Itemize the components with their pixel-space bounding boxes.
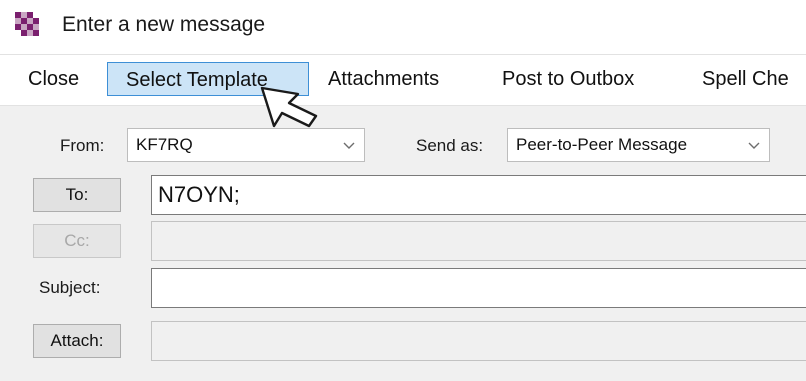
title-bar: Enter a new message bbox=[0, 0, 806, 50]
to-field[interactable]: N7OYN; bbox=[151, 175, 806, 215]
from-value: KF7RQ bbox=[136, 135, 193, 154]
chevron-down-icon bbox=[748, 142, 760, 149]
subject-field[interactable] bbox=[151, 268, 806, 308]
from-label: From: bbox=[60, 136, 105, 155]
window-title: Enter a new message bbox=[62, 13, 266, 36]
attach-button[interactable]: Attach: bbox=[33, 324, 121, 358]
from-dropdown[interactable]: KF7RQ bbox=[127, 128, 365, 162]
menu-bar: Close Select Template Attachments Post t… bbox=[0, 54, 806, 106]
chevron-down-icon bbox=[343, 142, 355, 149]
send-as-label: Send as: bbox=[416, 136, 484, 155]
cc-field bbox=[151, 221, 806, 261]
attach-field bbox=[151, 321, 806, 361]
spell-check-menu-item[interactable]: Spell Che bbox=[694, 62, 797, 96]
post-to-outbox-menu-item[interactable]: Post to Outbox bbox=[494, 62, 642, 96]
select-template-menu-item[interactable]: Select Template bbox=[107, 62, 309, 96]
send-as-value: Peer-to-Peer Message bbox=[516, 135, 688, 154]
message-header-form: From: KF7RQ Send as: Peer-to-Peer Messag… bbox=[0, 106, 806, 381]
checkered-app-icon bbox=[15, 12, 39, 36]
close-menu-item[interactable]: Close bbox=[20, 62, 87, 96]
send-as-dropdown[interactable]: Peer-to-Peer Message bbox=[507, 128, 770, 162]
to-button[interactable]: To: bbox=[33, 178, 121, 212]
subject-label: Subject: bbox=[39, 278, 101, 297]
to-value: N7OYN; bbox=[158, 182, 240, 207]
cc-button: Cc: bbox=[33, 224, 121, 258]
attachments-menu-item[interactable]: Attachments bbox=[320, 62, 447, 96]
